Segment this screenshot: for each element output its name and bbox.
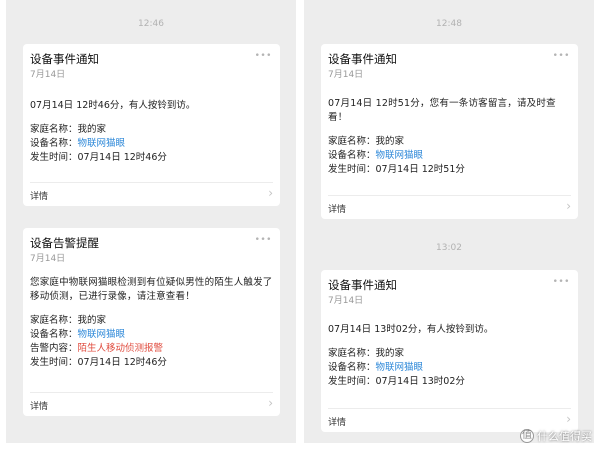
card-title: 设备事件通知 — [328, 52, 397, 66]
more-dots-icon[interactable]: ••• — [255, 235, 272, 245]
home-value: 我的家 — [375, 348, 405, 359]
chevron-right-icon: › — [566, 412, 571, 426]
details-label: 详情 — [328, 418, 347, 428]
chevron-right-icon: › — [566, 199, 571, 213]
card-header: 设备告警提醒 7月14日 — [30, 236, 273, 266]
home-row: 家庭名称：我的家 — [30, 314, 276, 328]
notification-card[interactable]: 设备事件通知 7月14日 ••• 07月14日 13时02分，有人按铃到访。 家… — [321, 270, 578, 432]
card-body: 您家庭中物联网猫眼检测到有位疑似男性的陌生人触发了移动侦测，已进行录像，请注意查… — [30, 276, 276, 370]
card-header: 设备事件通知 7月14日 — [30, 52, 273, 82]
time-label: 发生时间： — [30, 357, 78, 368]
device-label: 设备名称： — [328, 150, 376, 161]
device-row: 设备名称：物联网猫眼 — [30, 328, 276, 342]
card-header: 设备事件通知 7月14日 — [328, 52, 571, 82]
card-date: 7月14日 — [30, 254, 66, 264]
time-row: 发生时间：07月14日 13时02分 — [328, 375, 574, 389]
device-link[interactable]: 物联网猫眼 — [78, 329, 126, 340]
alert-value: 陌生人移动侦测报警 — [77, 343, 164, 354]
card-title: 设备事件通知 — [328, 278, 397, 292]
card-title: 设备事件通知 — [30, 52, 99, 66]
home-label: 家庭名称： — [328, 136, 376, 147]
device-row: 设备名称：物联网猫眼 — [30, 137, 276, 151]
time-label: 发生时间： — [328, 164, 376, 175]
home-value: 我的家 — [375, 136, 405, 147]
card-body: 07月14日 12时51分，您有一条访客留言，请及时查看！ 家庭名称：我的家 设… — [328, 97, 574, 177]
home-row: 家庭名称：我的家 — [328, 135, 574, 149]
home-label: 家庭名称： — [30, 315, 78, 326]
message-timestamp: 12:48 — [436, 19, 462, 29]
card-date: 7月14日 — [328, 296, 364, 306]
time-label: 发生时间： — [30, 152, 78, 163]
time-value: 07月14日 13时02分 — [375, 376, 465, 387]
details-label: 详情 — [30, 402, 49, 412]
device-label: 设备名称： — [328, 362, 376, 373]
device-row: 设备名称：物联网猫眼 — [328, 361, 574, 375]
message-timestamp: 12:46 — [138, 19, 164, 29]
alert-card[interactable]: 设备告警提醒 7月14日 ••• 您家庭中物联网猫眼检测到有位疑似男性的陌生人触… — [23, 228, 280, 416]
notification-card[interactable]: 设备事件通知 7月14日 ••• 07月14日 12时51分，您有一条访客留言，… — [321, 44, 578, 219]
device-row: 设备名称：物联网猫眼 — [328, 149, 574, 163]
more-dots-icon[interactable]: ••• — [255, 51, 272, 61]
time-value: 07月14日 12时46分 — [77, 152, 167, 163]
home-value: 我的家 — [77, 315, 107, 326]
card-body: 07月14日 13时02分，有人按铃到访。 家庭名称：我的家 设备名称：物联网猫… — [328, 323, 574, 389]
time-row: 发生时间：07月14日 12时46分 — [30, 356, 276, 370]
chat-panel-right: 12:48 设备事件通知 7月14日 ••• 07月14日 12时51分，您有一… — [304, 0, 594, 443]
time-value: 07月14日 12时51分 — [375, 164, 465, 175]
details-label: 详情 — [30, 192, 49, 202]
alert-message: 您家庭中物联网猫眼检测到有位疑似男性的陌生人触发了移动侦测，已进行录像，请注意查… — [30, 277, 273, 302]
device-link[interactable]: 物联网猫眼 — [376, 362, 424, 373]
home-label: 家庭名称： — [30, 124, 78, 135]
device-label: 设备名称： — [30, 329, 78, 340]
card-date: 7月14日 — [30, 70, 66, 80]
device-link[interactable]: 物联网猫眼 — [376, 150, 424, 161]
chat-panel-left: 12:46 设备事件通知 7月14日 ••• 07月14日 12时46分，有人按… — [6, 0, 296, 443]
card-date: 7月14日 — [328, 70, 364, 80]
smzdm-logo-icon: 值 — [520, 429, 534, 443]
card-body: 07月14日 12时46分，有人按铃到访。 家庭名称：我的家 设备名称：物联网猫… — [30, 99, 276, 165]
details-label: 详情 — [328, 205, 347, 215]
message-timestamp: 13:02 — [436, 243, 462, 253]
card-header: 设备事件通知 7月14日 — [328, 278, 571, 308]
notification-card[interactable]: 设备事件通知 7月14日 ••• 07月14日 12时46分，有人按铃到访。 家… — [23, 44, 280, 206]
more-dots-icon[interactable]: ••• — [553, 277, 570, 287]
time-value: 07月14日 12时46分 — [77, 357, 167, 368]
home-row: 家庭名称：我的家 — [30, 123, 276, 137]
event-message: 07月14日 13时02分，有人按铃到访。 — [328, 324, 494, 335]
watermark: 值 什么值得买 — [520, 428, 592, 444]
alert-content-row: 告警内容：陌生人移动侦测报警 — [30, 342, 276, 356]
chevron-right-icon: › — [268, 396, 273, 410]
more-dots-icon[interactable]: ••• — [553, 51, 570, 61]
event-message: 07月14日 12时51分，您有一条访客留言，请及时查看！ — [328, 98, 556, 123]
card-title: 设备告警提醒 — [30, 236, 99, 250]
device-label: 设备名称： — [30, 138, 78, 149]
chevron-right-icon: › — [268, 186, 273, 200]
event-message: 07月14日 12时46分，有人按铃到访。 — [30, 100, 196, 111]
home-label: 家庭名称： — [328, 348, 376, 359]
time-row: 发生时间：07月14日 12时46分 — [30, 151, 276, 165]
time-label: 发生时间： — [328, 376, 376, 387]
home-row: 家庭名称：我的家 — [328, 347, 574, 361]
watermark-text: 什么值得买 — [537, 430, 592, 443]
time-row: 发生时间：07月14日 12时51分 — [328, 163, 574, 177]
home-value: 我的家 — [77, 124, 107, 135]
details-row[interactable]: 详情 › — [328, 195, 571, 219]
details-row[interactable]: 详情 › — [30, 182, 273, 206]
device-link[interactable]: 物联网猫眼 — [78, 138, 126, 149]
alert-label: 告警内容： — [30, 343, 78, 354]
details-row[interactable]: 详情 › — [30, 392, 273, 416]
